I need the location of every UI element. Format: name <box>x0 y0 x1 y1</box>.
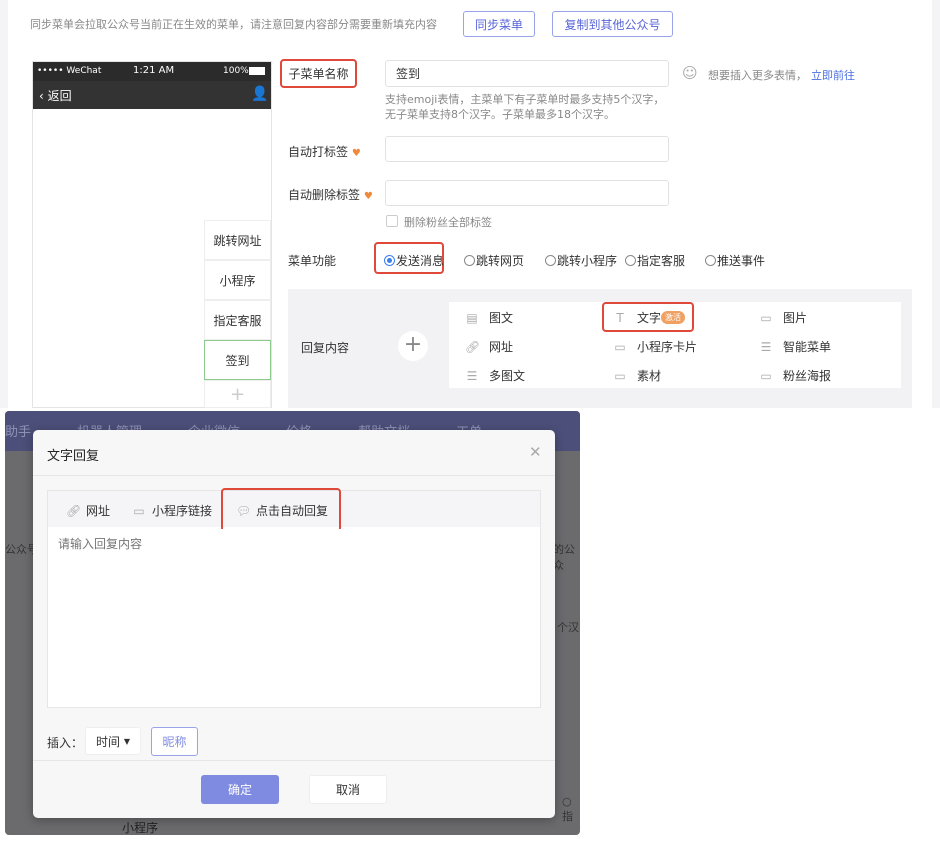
reply-content-label: 回复内容 <box>301 341 350 355</box>
radio-send-message[interactable]: 发送消息 <box>384 252 444 269</box>
reply-type-poster[interactable]: ▭ 粉丝海报 <box>759 367 831 384</box>
highlight-box <box>221 488 341 532</box>
reply-type-multi-article[interactable]: ☰ 多图文 <box>465 367 525 384</box>
battery-icon <box>249 67 265 75</box>
insert-time-dropdown[interactable]: 时间 ▼ <box>85 727 141 755</box>
copy-to-other-account-button[interactable]: 复制到其他公众号 <box>552 11 673 37</box>
user-icon: 👤 <box>251 86 269 102</box>
radio-jump-miniprogram[interactable]: 跳转小程序 <box>545 252 617 269</box>
material-icon: ▭ <box>614 368 626 383</box>
emoji-icon[interactable]: ☺ <box>682 64 698 82</box>
divider <box>33 475 555 476</box>
remove-all-tags-checkbox[interactable] <box>386 215 398 227</box>
auto-tag-input[interactable] <box>385 136 669 162</box>
miniprogram-card-icon: ▭ <box>614 339 626 354</box>
name-help: 无子菜单支持8个汉字。子菜单最多18个汉字。 <box>385 108 615 121</box>
auto-untag-label: 自动删除标签 ♥ <box>288 188 373 202</box>
phone-nav-bar: ‹ 返回 👤 <box>33 81 271 109</box>
close-icon[interactable]: ✕ <box>529 443 542 461</box>
sync-menu-button[interactable]: 同步菜单 <box>463 11 535 37</box>
add-reply-button[interactable]: + <box>398 331 428 361</box>
phone-status-bar: ••••• WeChat 1:21 AM 100% <box>33 62 271 81</box>
image-icon: ▭ <box>760 310 772 325</box>
confirm-button[interactable]: 确定 <box>201 775 279 804</box>
auto-untag-input[interactable] <box>385 180 669 206</box>
submenu-item[interactable]: 指定客服 <box>204 300 271 340</box>
menu-editor-screenshot: 同步菜单会拉取公众号当前正在生效的菜单，请注意回复内容部分需要重新填充内容 同步… <box>0 0 940 408</box>
reply-type-link[interactable]: 🔗︎ 网址 <box>465 338 513 355</box>
background-text: 小程序 <box>122 821 159 835</box>
reply-content-panel: 回复内容 + ▤ 图文 T 文字 激活 ▭ 图片 🔗︎ 网址 ▭ 小程序卡片 ☰ 智能菜单 ☰… <box>288 289 912 408</box>
vip-heart-icon: ♥ <box>363 191 373 202</box>
dialog-title: 文字回复 <box>47 449 100 464</box>
list-icon: ☰ <box>760 339 772 354</box>
reply-type-smart-menu[interactable]: ☰ 智能菜单 <box>759 338 831 355</box>
link-icon: 🔗︎ <box>465 339 481 354</box>
back-button[interactable]: ‹ 返回 <box>39 87 72 104</box>
submenu-name-label: 子菜单名称 <box>280 59 357 88</box>
caret-down-icon: ▼ <box>123 736 130 746</box>
emoji-link[interactable]: 立即前往 <box>811 67 855 83</box>
list-icon: ☰ <box>466 368 478 383</box>
reply-content-textarea[interactable] <box>48 529 540 707</box>
article-icon: ▤ <box>466 310 478 325</box>
remove-all-tags-label: 删除粉丝全部标签 <box>404 216 492 229</box>
add-submenu-button[interactable]: + <box>204 380 271 408</box>
reply-editor: 🔗︎ 网址 ▭ 小程序链接 💬︎ 点击自动回复 <box>47 488 541 708</box>
phone-preview: ••••• WeChat 1:21 AM 100% ‹ 返回 👤 跳转网址 小程… <box>32 61 272 408</box>
reply-type-image[interactable]: ▭ 图片 <box>759 309 807 326</box>
poster-icon: ▭ <box>760 368 772 383</box>
menu-function-label: 菜单功能 <box>288 254 337 268</box>
background-text: ○指 <box>562 795 573 823</box>
menu-editor-card: 同步菜单会拉取公众号当前正在生效的菜单，请注意回复内容部分需要重新填充内容 同步… <box>8 0 932 408</box>
submenu-item[interactable]: 跳转网址 <box>204 220 271 260</box>
clock: 1:21 AM <box>133 65 175 76</box>
submenu-item[interactable]: 小程序 <box>204 260 271 300</box>
cancel-button[interactable]: 取消 <box>309 775 387 804</box>
insert-link-button[interactable]: 🔗︎ 网址 <box>66 502 110 519</box>
editor-toolbar: 🔗︎ 网址 ▭ 小程序链接 💬︎ 点击自动回复 <box>48 488 540 532</box>
radio-jump-webpage[interactable]: 跳转网页 <box>464 252 524 269</box>
reply-type-miniprogram-card[interactable]: ▭ 小程序卡片 <box>613 338 697 355</box>
reply-type-material[interactable]: ▭ 素材 <box>613 367 661 384</box>
divider <box>33 760 555 761</box>
vip-heart-icon: ♥ <box>351 148 361 159</box>
emoji-hint: 想要插入更多表情， <box>708 69 807 82</box>
link-icon: 🔗︎ <box>66 503 82 518</box>
miniprogram-card-icon: ▭ <box>133 503 145 518</box>
sync-hint: 同步菜单会拉取公众号当前正在生效的菜单，请注意回复内容部分需要重新填充内容 <box>30 18 437 31</box>
reply-type-article[interactable]: ▤ 图文 <box>465 309 513 326</box>
insert-label: 插入： <box>47 736 84 750</box>
insert-miniprogram-link-button[interactable]: ▭ 小程序链接 <box>132 502 212 519</box>
battery: 100% <box>223 66 249 76</box>
submenu-name-input[interactable]: 签到 <box>385 60 669 87</box>
highlight-box <box>602 302 694 332</box>
submenu-item-selected[interactable]: 签到 <box>204 340 271 380</box>
name-help: 支持emoji表情，主菜单下有子菜单时最多支持5个汉字， <box>385 93 665 106</box>
insert-nickname-button[interactable]: 昵称 <box>151 727 198 756</box>
radio-push-event[interactable]: 推送事件 <box>705 252 765 269</box>
text-reply-dialog: 文字回复 ✕ 🔗︎网址 ▭小程序链接 💬︎点击自动回复 插入： 时间 ▼ 昵称 … <box>33 430 555 818</box>
background-text: 的公众 <box>553 543 575 572</box>
auto-tag-label: 自动打标签 ♥ <box>288 145 361 159</box>
background-text: 个汉 <box>557 621 579 634</box>
radio-customer-service[interactable]: 指定客服 <box>625 252 685 269</box>
carrier: ••••• WeChat <box>37 66 102 76</box>
